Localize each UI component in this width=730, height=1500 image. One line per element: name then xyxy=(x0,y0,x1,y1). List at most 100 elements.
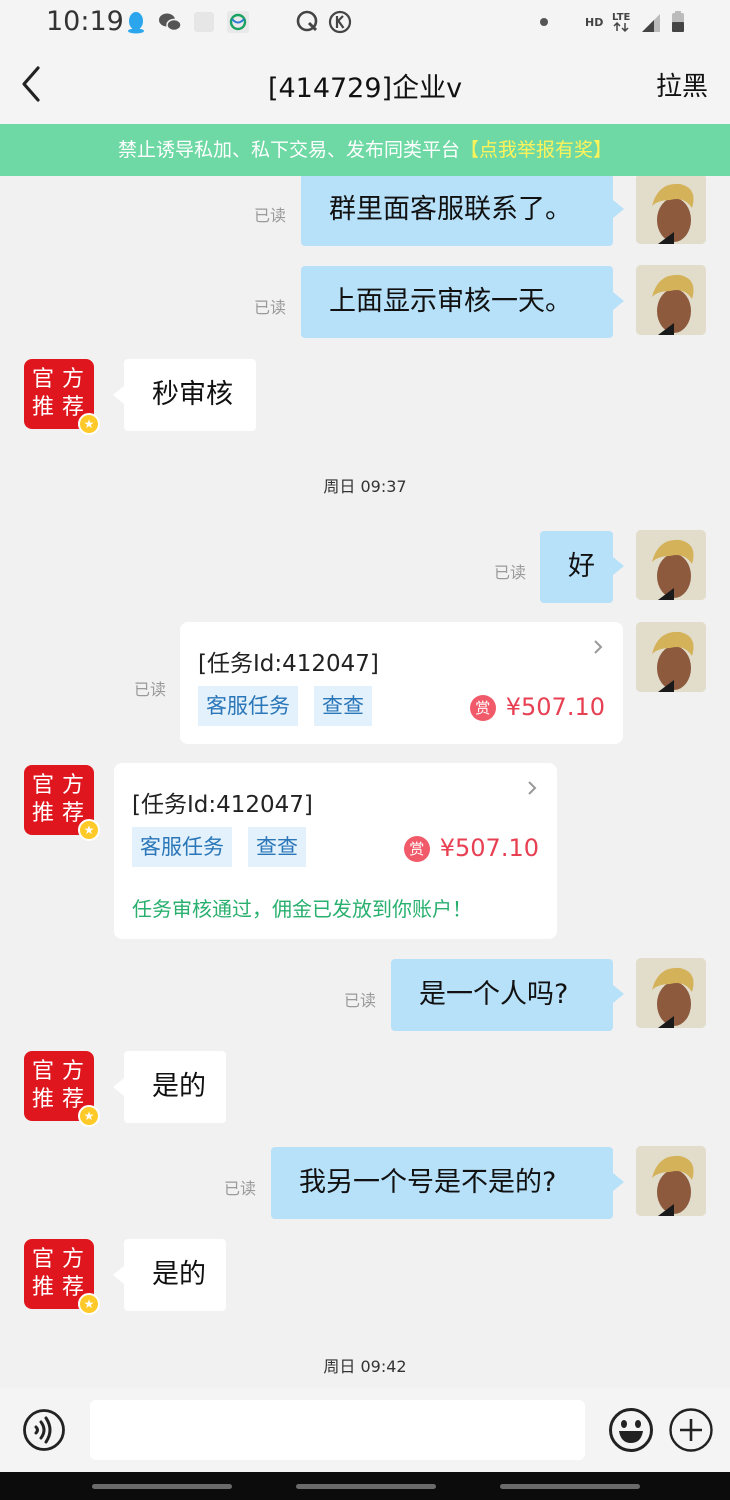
message-bubble[interactable]: 上面显示审核一天。 xyxy=(301,266,613,338)
status-bar: 10:19 HD LTE xyxy=(0,0,730,44)
battery-icon xyxy=(672,11,684,32)
report-link[interactable]: 【点我举报有奖】 xyxy=(460,139,612,161)
nav-home-gesture[interactable] xyxy=(296,1484,436,1489)
task-id: [任务Id:412047] xyxy=(198,651,379,677)
bubble-tail xyxy=(613,200,624,218)
hd-icon: HD xyxy=(585,16,603,29)
status-time: 10:19 xyxy=(46,6,124,37)
avatar-char: 推 xyxy=(32,801,55,826)
search-app-icon xyxy=(296,10,318,32)
qq-icon xyxy=(128,12,144,34)
lte-icon: LTE xyxy=(612,12,631,33)
nav-back-gesture[interactable] xyxy=(92,1484,232,1489)
read-receipt: 已读 xyxy=(134,680,167,699)
avatar-char: 官 xyxy=(32,773,55,798)
reward-badge-icon: 赏 xyxy=(469,695,496,721)
avatar-photo-icon xyxy=(636,958,706,1028)
svg-text:HD: HD xyxy=(585,16,603,29)
app-placeholder-icon xyxy=(194,12,214,32)
my-avatar[interactable] xyxy=(636,622,706,692)
star-badge-icon: ★ xyxy=(78,819,100,841)
task-card[interactable]: [任务Id:412047] 客服任务 查查 赏 ¥507.10 xyxy=(180,622,623,744)
my-avatar[interactable] xyxy=(636,958,706,1028)
message-bubble[interactable]: 是的 xyxy=(124,1239,226,1311)
avatar-photo-icon xyxy=(636,176,706,244)
read-receipt: 已读 xyxy=(494,563,527,582)
avatar-char: 推 xyxy=(32,1087,55,1112)
wechat-icon xyxy=(159,13,182,32)
avatar-char: 推 xyxy=(32,395,55,420)
chevron-right-icon xyxy=(528,781,537,795)
voice-input-icon[interactable] xyxy=(22,1408,66,1452)
chevron-right-icon xyxy=(594,640,603,654)
message-text: 上面显示审核一天。 xyxy=(329,286,572,317)
avatar-char: 方 xyxy=(62,367,85,392)
bubble-tail xyxy=(613,1173,624,1191)
nav-recents-gesture[interactable] xyxy=(500,1484,640,1489)
china-mobile-icon xyxy=(227,11,249,33)
message-text: 是的 xyxy=(152,1259,206,1290)
star-badge-icon: ★ xyxy=(78,413,100,435)
plus-icon[interactable] xyxy=(668,1407,714,1453)
official-avatar[interactable]: 官 方 推 荐 ★ xyxy=(24,1051,100,1127)
star-badge-icon: ★ xyxy=(78,1293,100,1315)
task-card[interactable]: [任务Id:412047] 客服任务 查查 赏 ¥507.10 任务审核通过，佣金… xyxy=(114,763,557,939)
task-id: [任务Id:412047] xyxy=(132,792,313,818)
message-text: 我另一个号是不是的? xyxy=(299,1167,557,1198)
block-button[interactable]: 拉黑 xyxy=(656,66,708,103)
avatar-photo-icon xyxy=(636,622,706,692)
my-avatar[interactable] xyxy=(636,530,706,600)
emoji-icon[interactable] xyxy=(608,1407,654,1453)
avatar-char: 官 xyxy=(32,1059,55,1084)
timestamp: 周日 09:42 xyxy=(323,1357,407,1376)
star-badge-icon: ★ xyxy=(78,1105,100,1127)
task-tag: 查查 xyxy=(248,827,306,867)
bubble-tail xyxy=(613,557,624,575)
avatar-photo-icon xyxy=(636,265,706,335)
avatar-photo-icon xyxy=(636,1146,706,1216)
my-avatar[interactable] xyxy=(636,1146,706,1216)
svg-text:LTE: LTE xyxy=(612,12,631,23)
k-app-icon xyxy=(328,10,352,34)
message-bubble[interactable]: 秒审核 xyxy=(124,359,256,431)
my-avatar[interactable] xyxy=(636,265,706,335)
official-avatar[interactable]: 官 方 推 荐 ★ xyxy=(24,765,100,841)
message-bubble[interactable]: 我另一个号是不是的? xyxy=(271,1147,613,1219)
message-input[interactable] xyxy=(90,1400,585,1460)
chat-title: [414729]企业v xyxy=(267,73,463,104)
reward-value: ¥507.10 xyxy=(505,693,605,721)
task-tag: 客服任务 xyxy=(132,827,232,867)
message-bubble[interactable]: 是一个人吗? xyxy=(391,959,613,1031)
message-bubble[interactable]: 好 xyxy=(540,531,613,603)
warning-text: 禁止诱导私加、私下交易、发布同类平台 xyxy=(117,139,460,161)
bubble-tail xyxy=(113,1078,124,1096)
official-avatar[interactable]: 官 方 推 荐 ★ xyxy=(24,359,100,435)
message-bubble[interactable]: 是的 xyxy=(124,1051,226,1123)
message-text: 是一个人吗? xyxy=(419,979,569,1010)
bubble-tail xyxy=(613,985,624,1003)
avatar-char: 方 xyxy=(62,773,85,798)
bubble-tail xyxy=(113,1266,124,1284)
avatar-char: 官 xyxy=(32,1247,55,1272)
timestamp: 周日 09:37 xyxy=(323,477,407,496)
system-nav-bar xyxy=(0,1472,730,1500)
reward-badge-icon: 赏 xyxy=(403,836,430,862)
dot-icon xyxy=(540,18,548,26)
my-avatar[interactable] xyxy=(636,176,706,244)
avatar-char: 官 xyxy=(32,367,55,392)
chat-header: [414729]企业v 拉黑 xyxy=(0,44,730,124)
reward-amount: 赏 ¥507.10 xyxy=(403,833,539,863)
avatar-photo-icon xyxy=(636,530,706,600)
read-receipt: 已读 xyxy=(344,991,377,1010)
warning-banner[interactable]: 禁止诱导私加、私下交易、发布同类平台【点我举报有奖】 xyxy=(0,124,730,176)
official-avatar[interactable]: 官 方 推 荐 ★ xyxy=(24,1239,100,1315)
message-list[interactable]: 已读 群里面客服联系了。 已读 上面显示审核一天。 官 方 推 荐 ★ 秒审核 … xyxy=(0,176,730,1388)
message-text: 好 xyxy=(568,551,595,582)
bubble-tail xyxy=(113,386,124,404)
message-text: 是的 xyxy=(152,1071,206,1102)
message-bubble[interactable]: 群里面客服联系了。 xyxy=(301,176,613,246)
bubble-tail xyxy=(613,292,624,310)
message-text: 群里面客服联系了。 xyxy=(329,194,572,225)
avatar-char: 推 xyxy=(32,1275,55,1300)
reward-value: ¥507.10 xyxy=(439,834,539,862)
